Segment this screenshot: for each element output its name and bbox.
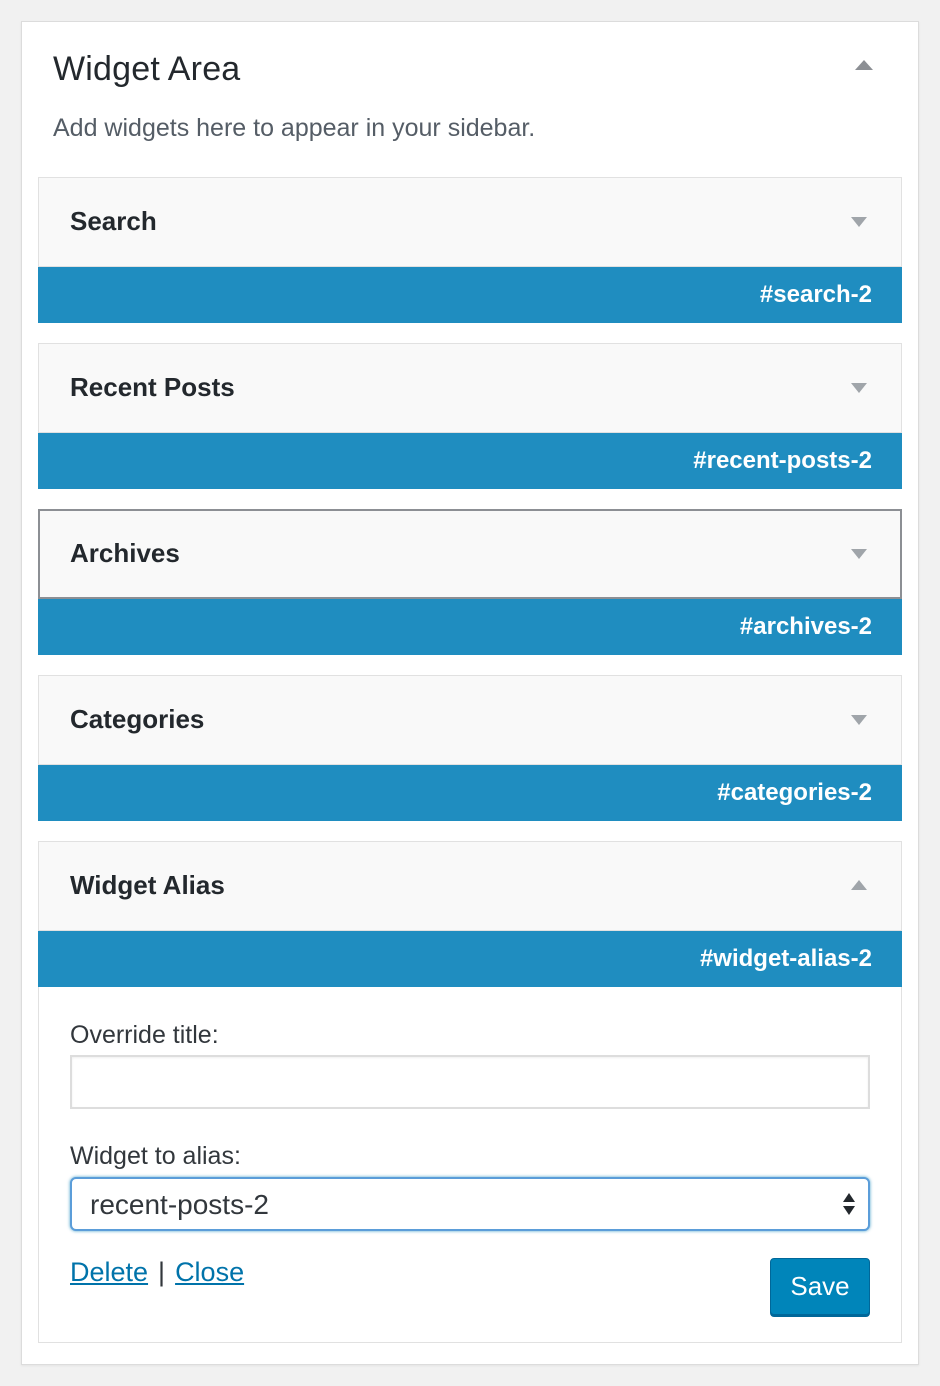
- triangle-down-icon: [851, 217, 867, 227]
- up-down-arrows-icon: [842, 1191, 856, 1219]
- triangle-down-icon: [851, 383, 867, 393]
- widget-alias-form: Override title: Widget to alias: recent-…: [38, 987, 902, 1343]
- link-separator: |: [158, 1257, 166, 1287]
- widget-expand-toggle[interactable]: [849, 544, 869, 564]
- widget-title: Categories: [70, 704, 205, 734]
- close-link[interactable]: Close: [175, 1257, 244, 1287]
- widget-area-panel: Widget Area Add widgets here to appear i…: [21, 21, 919, 1365]
- widget-expand-toggle[interactable]: [849, 212, 869, 232]
- widget-expand-toggle[interactable]: [849, 710, 869, 730]
- widget-id-bar: #categories-2: [38, 765, 902, 821]
- save-button[interactable]: Save: [770, 1258, 870, 1315]
- widget-title: Recent Posts: [70, 372, 235, 402]
- widget-id-bar: #search-2: [38, 267, 902, 323]
- triangle-down-icon: [851, 715, 867, 725]
- widget-widget-alias: Widget Alias #widget-alias-2 Override ti…: [38, 841, 902, 1343]
- widget-to-alias-label: Widget to alias:: [70, 1142, 241, 1170]
- triangle-down-icon: [851, 549, 867, 559]
- widget-title: Search: [70, 206, 157, 236]
- widget-header[interactable]: Widget Alias: [38, 841, 902, 931]
- delete-link[interactable]: Delete: [70, 1257, 148, 1287]
- collapse-area-toggle[interactable]: [854, 56, 874, 76]
- triangle-up-icon: [851, 880, 867, 890]
- widget-id-bar: #widget-alias-2: [38, 931, 902, 987]
- widget-area-title: Widget Area: [53, 50, 241, 88]
- widget-to-alias-select[interactable]: recent-posts-2: [70, 1177, 870, 1231]
- widget-categories: Categories #categories-2: [38, 675, 902, 821]
- widget-expand-toggle[interactable]: [849, 378, 869, 398]
- widget-id-bar: #recent-posts-2: [38, 433, 902, 489]
- widget-search: Search #search-2: [38, 177, 902, 323]
- widget-id-bar: #archives-2: [38, 599, 902, 655]
- widget-recent-posts: Recent Posts #recent-posts-2: [38, 343, 902, 489]
- widget-title: Widget Alias: [70, 870, 225, 900]
- widget-title: Archives: [70, 538, 180, 568]
- widget-archives: Archives #archives-2: [38, 509, 902, 655]
- widget-collapse-toggle[interactable]: [849, 876, 869, 896]
- override-title-input[interactable]: [70, 1055, 870, 1109]
- override-title-label: Override title:: [70, 1021, 219, 1049]
- widget-header[interactable]: Categories: [38, 675, 902, 765]
- widget-control-links: Delete | Close: [70, 1257, 244, 1288]
- widget-header[interactable]: Search: [38, 177, 902, 267]
- widget-header[interactable]: Recent Posts: [38, 343, 902, 433]
- widget-header[interactable]: Archives: [38, 509, 902, 599]
- widget-area-description: Add widgets here to appear in your sideb…: [53, 114, 536, 142]
- select-value: recent-posts-2: [90, 1189, 269, 1220]
- triangle-up-icon: [855, 60, 873, 70]
